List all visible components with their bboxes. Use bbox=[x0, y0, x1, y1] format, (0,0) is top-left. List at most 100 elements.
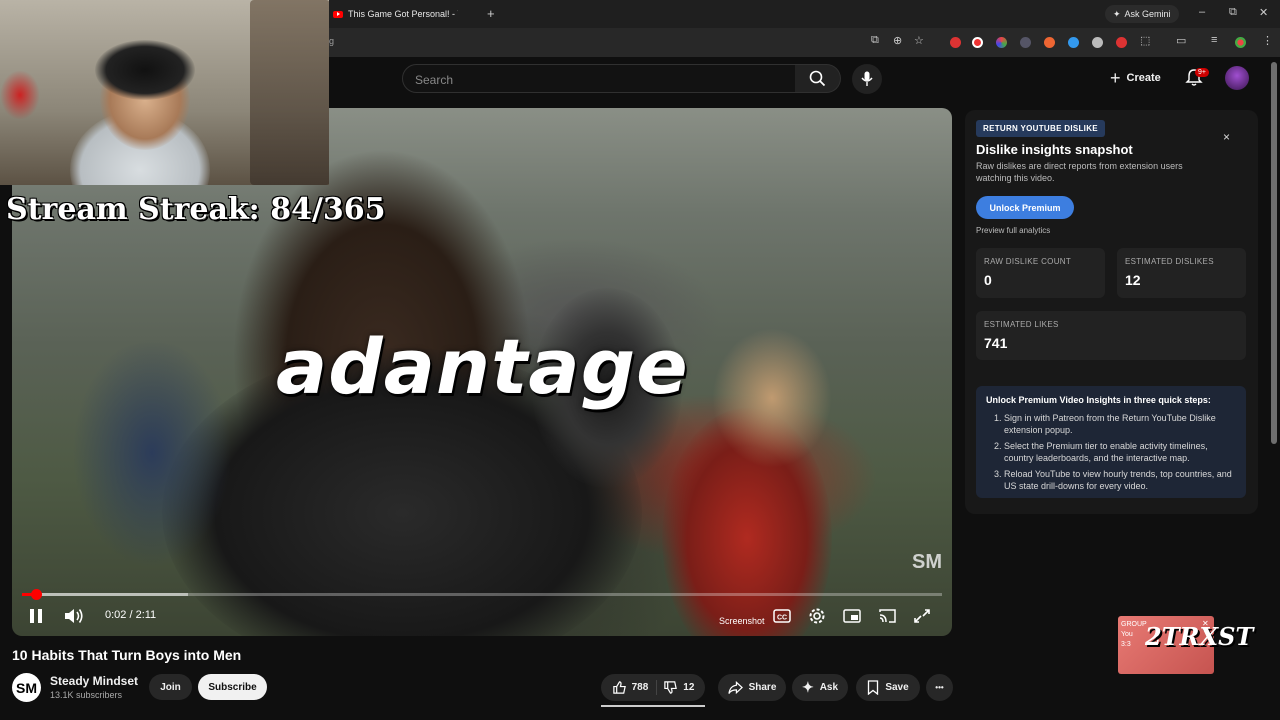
subscribe-button[interactable]: Subscribe bbox=[198, 674, 267, 700]
more-actions-button[interactable]: ••• bbox=[926, 674, 953, 701]
extension-icon[interactable] bbox=[1044, 37, 1055, 48]
progress-buffered bbox=[22, 593, 188, 596]
notification-count-badge: 9+ bbox=[1195, 68, 1209, 77]
extension-icon[interactable] bbox=[1092, 37, 1103, 48]
stat-card-estimated-dislikes: ESTIMATED DISLIKES 12 bbox=[1117, 248, 1246, 298]
panel-close-button[interactable]: × bbox=[1223, 130, 1230, 144]
share-button[interactable]: Share bbox=[718, 674, 786, 701]
pause-button[interactable] bbox=[28, 607, 44, 625]
zoom-icon[interactable]: ⊕ bbox=[893, 34, 902, 47]
step-item: Select the Premium tier to enable activi… bbox=[1004, 440, 1236, 464]
stat-value: 12 bbox=[1125, 272, 1141, 288]
search-icon bbox=[809, 70, 826, 87]
minimize-button[interactable]: – bbox=[1199, 6, 1205, 18]
step-item: Reload YouTube to view hourly trends, to… bbox=[1004, 468, 1236, 492]
subscriber-count: 13.1K subscribers bbox=[50, 690, 123, 700]
profile-icon[interactable] bbox=[1235, 37, 1246, 48]
voice-search-button[interactable] bbox=[852, 64, 882, 94]
steps-title: Unlock Premium Video Insights in three q… bbox=[986, 395, 1211, 405]
thumbs-up-icon bbox=[612, 681, 626, 694]
extension-icon[interactable] bbox=[950, 37, 961, 48]
stat-card-estimated-likes: ESTIMATED LIKES 741 bbox=[976, 311, 1246, 360]
ask-button[interactable]: ✦ Ask bbox=[792, 674, 848, 701]
video-title: 10 Habits That Turn Boys into Men bbox=[12, 647, 242, 663]
account-avatar[interactable] bbox=[1225, 66, 1249, 90]
panel-badge: RETURN YOUTUBE DISLIKE bbox=[976, 120, 1105, 137]
sticker-small-text: GROUP You 3:3 bbox=[1121, 621, 1147, 648]
url-field[interactable]: g bbox=[329, 36, 334, 46]
gemini-sparkle-icon: ✦ bbox=[1113, 8, 1121, 19]
captions-icon[interactable]: CC bbox=[772, 607, 792, 625]
kebab-menu-icon[interactable]: ⋮ bbox=[1262, 34, 1273, 47]
bookmark-star-icon[interactable]: ☆ bbox=[914, 34, 924, 47]
extension-icon[interactable] bbox=[1020, 37, 1031, 48]
extension-icon[interactable] bbox=[996, 37, 1007, 48]
microphone-icon bbox=[861, 71, 873, 86]
volume-icon[interactable] bbox=[63, 607, 85, 625]
thumbs-down-icon bbox=[664, 681, 678, 694]
cast-icon[interactable] bbox=[877, 607, 897, 625]
unlock-premium-button[interactable]: Unlock Premium bbox=[976, 196, 1074, 219]
create-button[interactable]: + Create bbox=[1110, 68, 1161, 88]
like-count: 788 bbox=[631, 682, 649, 693]
stat-label: ESTIMATED DISLIKES bbox=[1125, 257, 1214, 266]
like-button[interactable]: 788 bbox=[612, 680, 658, 695]
stat-value: 741 bbox=[984, 335, 1008, 351]
sidepanel-icon[interactable]: ▭ bbox=[1176, 34, 1186, 47]
extension-icon[interactable] bbox=[1116, 37, 1127, 48]
sticker-brand-logo: 2TRXST bbox=[1145, 622, 1254, 651]
stream-streak-text: Stream Streak: 84/365 bbox=[6, 192, 386, 227]
fullscreen-icon[interactable] bbox=[912, 607, 932, 625]
tab-title: This Game Got Personal! - YouTube bbox=[348, 9, 458, 19]
share-label: Share bbox=[748, 682, 777, 693]
extension-icon[interactable] bbox=[1068, 37, 1079, 48]
restore-button[interactable]: ⧉ bbox=[1229, 6, 1237, 19]
channel-avatar[interactable]: SM bbox=[12, 673, 41, 702]
youtube-favicon-icon bbox=[333, 10, 343, 18]
preview-analytics-label: Preview full analytics bbox=[976, 226, 1051, 235]
dislike-button[interactable]: 12 bbox=[663, 680, 694, 695]
search-input[interactable]: Search bbox=[402, 64, 796, 93]
save-button[interactable]: Save bbox=[856, 674, 920, 701]
ask-gemini-button[interactable]: ✦ Ask Gemini bbox=[1105, 5, 1179, 23]
progress-scrubber[interactable] bbox=[30, 589, 42, 600]
channel-name[interactable]: Steady Mindset bbox=[50, 674, 138, 688]
video-caption-overlay: adantage bbox=[276, 322, 689, 411]
settings-gear-icon[interactable] bbox=[807, 607, 827, 625]
stat-label: ESTIMATED LIKES bbox=[984, 320, 1059, 329]
create-label: Create bbox=[1126, 72, 1161, 84]
like-ratio-bar bbox=[601, 705, 705, 707]
webcam-overlay bbox=[0, 0, 329, 185]
join-button[interactable]: Join bbox=[149, 674, 192, 700]
bookmark-icon bbox=[868, 680, 879, 695]
extension-icon[interactable] bbox=[972, 37, 983, 48]
extensions-puzzle-icon[interactable]: ⬚ bbox=[1140, 34, 1150, 47]
search-button[interactable] bbox=[795, 64, 841, 93]
sparkle-icon: ✦ bbox=[801, 679, 814, 695]
ask-gemini-label: Ask Gemini bbox=[1124, 9, 1171, 19]
panel-title: Dislike insights snapshot bbox=[976, 142, 1133, 157]
plus-icon: + bbox=[1110, 68, 1121, 88]
dislike-count: 12 bbox=[683, 682, 695, 693]
stat-label: RAW DISLIKE COUNT bbox=[984, 257, 1072, 266]
window-close-button[interactable]: ✕ bbox=[1259, 6, 1268, 19]
panel-description: Raw dislikes are direct reports from ext… bbox=[976, 161, 1183, 183]
stat-value: 0 bbox=[984, 272, 992, 288]
sticker-close-icon[interactable]: ✕ bbox=[1202, 619, 1209, 628]
page-scrollbar[interactable] bbox=[1271, 62, 1277, 444]
browser-tab[interactable]: This Game Got Personal! - YouTube bbox=[329, 2, 479, 26]
share-arrow-icon bbox=[727, 680, 743, 694]
like-dislike-group: 788 12 bbox=[601, 674, 705, 701]
new-tab-button[interactable]: + bbox=[487, 6, 495, 21]
steps-list: Sign in with Patreon from the Return You… bbox=[986, 412, 1236, 492]
svg-text:CC: CC bbox=[777, 615, 787, 622]
step-item: Sign in with Patreon from the Return You… bbox=[1004, 412, 1236, 436]
time-display: 0:02 / 2:11 bbox=[105, 609, 157, 621]
miniplayer-icon[interactable] bbox=[842, 607, 862, 625]
screenshot-label[interactable]: Screenshot bbox=[719, 616, 765, 626]
save-label: Save bbox=[885, 682, 909, 693]
cast-icon[interactable]: ⧉ bbox=[871, 34, 879, 47]
media-queue-icon[interactable]: ≡ bbox=[1211, 34, 1217, 46]
ask-label: Ask bbox=[819, 682, 839, 693]
premium-steps-box: Unlock Premium Video Insights in three q… bbox=[976, 386, 1246, 498]
